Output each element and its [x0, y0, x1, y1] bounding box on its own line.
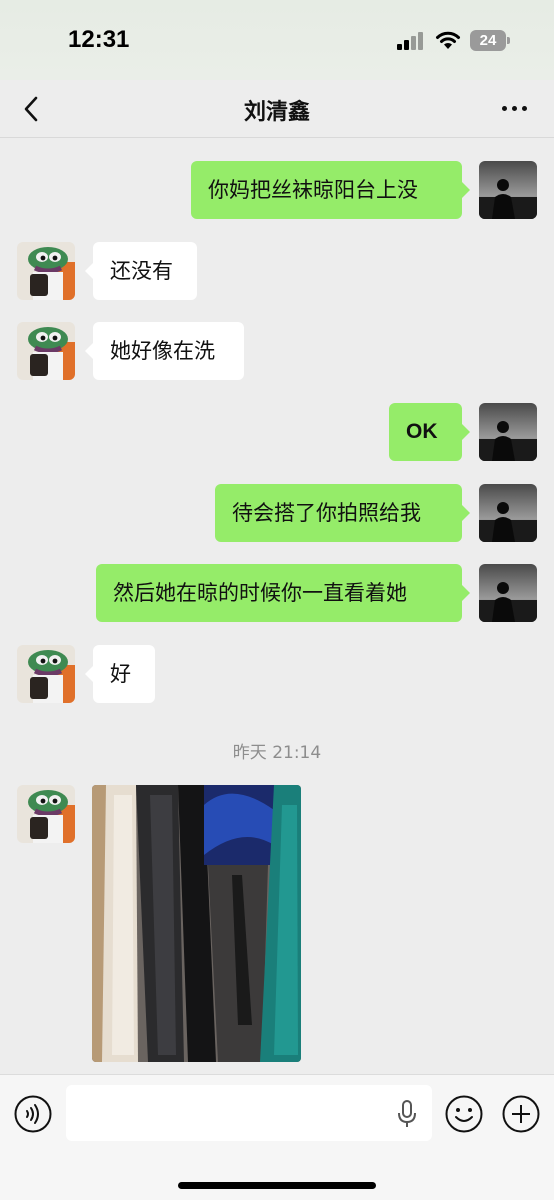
- message-bubble-incoming[interactable]: 好: [85, 645, 155, 703]
- my-avatar[interactable]: [479, 484, 537, 542]
- wifi-icon: [436, 31, 460, 49]
- contact-avatar[interactable]: [17, 645, 75, 703]
- cellular-signal-icon: [397, 32, 423, 50]
- my-avatar[interactable]: [479, 403, 537, 461]
- contact-avatar[interactable]: [17, 322, 75, 380]
- message-bubble-incoming[interactable]: 她好像在洗: [85, 322, 244, 380]
- plus-icon[interactable]: [502, 1095, 540, 1133]
- status-bar: 12:31 24: [0, 0, 554, 80]
- message-timestamp: 昨天 21:14: [232, 743, 322, 763]
- message-input[interactable]: [66, 1085, 432, 1141]
- my-avatar[interactable]: [479, 161, 537, 219]
- chat-header: 刘清鑫: [0, 80, 554, 138]
- my-avatar[interactable]: [479, 564, 537, 622]
- message-bubble-incoming[interactable]: 还没有: [85, 242, 197, 300]
- mic-icon[interactable]: [396, 1099, 418, 1129]
- voice-icon[interactable]: [14, 1095, 52, 1133]
- home-indicator[interactable]: [178, 1182, 376, 1189]
- emoji-icon[interactable]: [445, 1095, 483, 1133]
- contact-avatar[interactable]: [17, 785, 75, 843]
- battery-indicator: 24: [470, 30, 506, 51]
- message-bubble-outgoing[interactable]: 你妈把丝袜晾阳台上没: [191, 161, 470, 219]
- more-icon[interactable]: [500, 100, 530, 116]
- message-bubble-outgoing[interactable]: 待会搭了你拍照给我: [215, 484, 470, 542]
- message-bubble-outgoing[interactable]: 然后她在晾的时候你一直看着她: [96, 564, 470, 622]
- chat-title: 刘清鑫: [243, 100, 310, 125]
- status-time: 12:31: [68, 26, 130, 53]
- message-bubble-outgoing[interactable]: OK: [389, 403, 470, 461]
- battery-cap: [507, 37, 510, 44]
- contact-avatar[interactable]: [17, 242, 75, 300]
- message-input-bar: [0, 1074, 554, 1200]
- photo-message[interactable]: [92, 785, 301, 1062]
